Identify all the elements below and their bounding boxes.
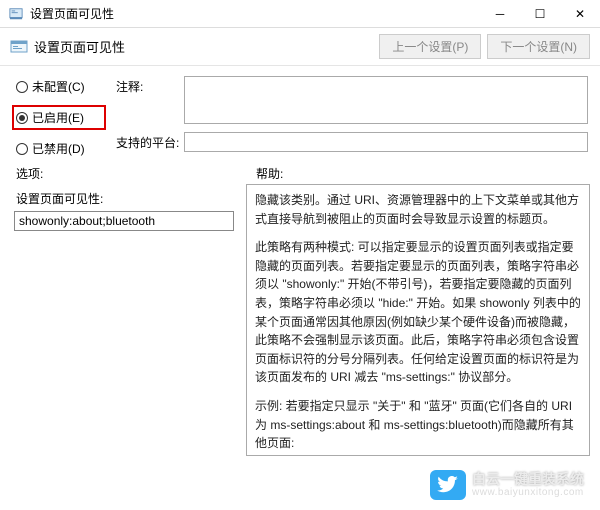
maximize-button[interactable]: ☐ [520, 0, 560, 28]
section-labels: 选项: 帮助: [0, 161, 600, 184]
watermark-bird-icon [430, 470, 466, 500]
radio-icon [16, 143, 28, 155]
visibility-input[interactable] [14, 211, 234, 231]
policy-icon [10, 38, 28, 56]
fields-column: 注释: 支持的平台: [116, 76, 588, 157]
radio-disabled[interactable]: 已禁用(D) [16, 140, 106, 157]
radio-disabled-label: 已禁用(D) [32, 140, 85, 157]
window-controls: ─ ☐ ✕ [480, 0, 600, 28]
radio-not-configured-label: 未配置(C) [32, 78, 85, 95]
window-titlebar: 设置页面可见性 ─ ☐ ✕ [0, 0, 600, 28]
help-paragraph: 示例: 若要指定只显示 "关于" 和 "蓝牙" 页面(它们各自的 URI 为 m… [255, 397, 581, 453]
platform-input[interactable] [184, 132, 588, 152]
radio-enabled[interactable]: 已启用(E) [16, 109, 102, 126]
minimize-button[interactable]: ─ [480, 0, 520, 28]
radio-not-configured[interactable]: 未配置(C) [16, 78, 106, 95]
lower-panes: 设置页面可见性: 隐藏该类别。通过 URI、资源管理器中的上下文菜单或其他方式直… [0, 184, 600, 464]
watermark: 白云一键重装系统 www.baiyunxitong.com [430, 470, 584, 500]
options-pane: 设置页面可见性: [10, 184, 238, 456]
help-label: 帮助: [246, 165, 584, 182]
platform-label: 支持的平台: [116, 132, 178, 151]
radio-enabled-label: 已启用(E) [32, 109, 84, 126]
radio-column: 未配置(C) 已启用(E) 已禁用(D) [16, 76, 106, 157]
options-label: 选项: [16, 165, 246, 182]
header-strip: 设置页面可见性 上一个设置(P) 下一个设置(N) [0, 28, 600, 66]
radio-icon-checked [16, 112, 28, 124]
comment-label: 注释: [116, 76, 178, 95]
header-title: 设置页面可见性 [34, 37, 125, 56]
next-setting-button[interactable]: 下一个设置(N) [487, 34, 590, 59]
visibility-field-label: 设置页面可见性: [14, 190, 234, 207]
help-paragraph: 隐藏该类别。通过 URI、资源管理器中的上下文菜单或其他方式直接导航到被阻止的页… [255, 191, 581, 228]
watermark-title: 白云一键重装系统 [472, 472, 584, 487]
radio-icon [16, 81, 28, 93]
help-pane[interactable]: 隐藏该类别。通过 URI、资源管理器中的上下文菜单或其他方式直接导航到被阻止的页… [246, 184, 590, 456]
close-button[interactable]: ✕ [560, 0, 600, 28]
gpedit-icon [8, 6, 24, 22]
enabled-highlight: 已启用(E) [12, 105, 106, 130]
watermark-url: www.baiyunxitong.com [472, 487, 584, 498]
prev-setting-button[interactable]: 上一个设置(P) [379, 34, 481, 59]
config-area: 未配置(C) 已启用(E) 已禁用(D) 注释: 支持的平台: [0, 66, 600, 161]
help-paragraph: 此策略有两种模式: 可以指定要显示的设置页面列表或指定要隐藏的页面列表。若要指定… [255, 238, 581, 387]
comment-input[interactable] [184, 76, 588, 124]
window-title: 设置页面可见性 [30, 5, 114, 22]
